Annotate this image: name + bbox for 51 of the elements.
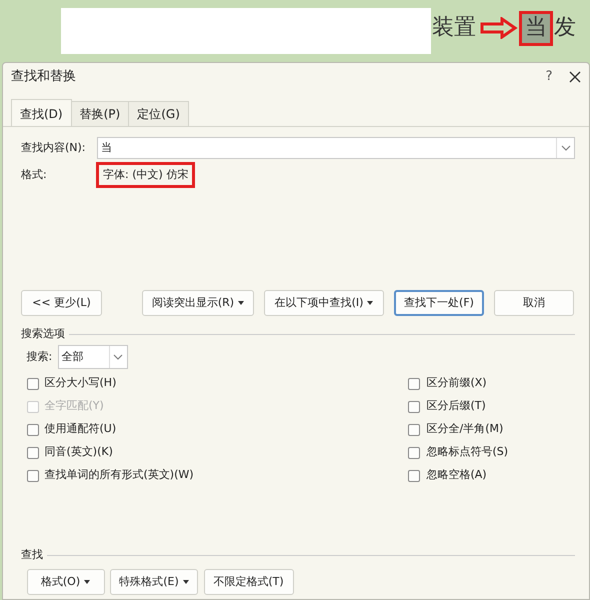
chevron-down-icon <box>560 145 570 151</box>
document-text: 装置 <box>432 14 476 42</box>
checkbox-label: 区分后缀(T) <box>426 398 486 414</box>
field-label: 查找内容(N): <box>21 140 87 156</box>
dialog-title: 查找和替换 <box>11 68 76 86</box>
tab[interactable]: 定位(G) <box>128 101 189 126</box>
section-title: 搜索选项 <box>21 326 65 342</box>
button[interactable]: 取消 <box>494 290 574 316</box>
checkbox[interactable] <box>408 424 420 436</box>
highlighted-text: 当 <box>522 14 550 43</box>
checkbox-label: 区分全/半角(M) <box>426 421 504 438</box>
checkbox-label: 全字匹配(Y) <box>44 398 104 414</box>
checkbox[interactable] <box>26 470 38 482</box>
close-icon[interactable] <box>569 71 581 83</box>
caret-icon <box>367 301 374 305</box>
checkbox-label: 使用通配符(U) <box>44 421 116 438</box>
checkbox[interactable] <box>408 446 420 458</box>
checkbox[interactable] <box>408 378 420 390</box>
button[interactable]: 查找下一处(F) <box>394 290 484 316</box>
button[interactable]: 特殊格式(E) <box>110 569 198 595</box>
checkbox[interactable] <box>26 424 38 436</box>
caret-icon <box>182 580 189 584</box>
arrow-right-icon <box>480 17 518 40</box>
checkbox[interactable] <box>408 470 420 482</box>
tab[interactable]: 查找(D) <box>11 99 72 126</box>
checkbox-label: 同音(英文)(K) <box>44 444 113 460</box>
tab[interactable]: 替换(P) <box>70 101 130 126</box>
checkbox[interactable] <box>26 378 38 390</box>
checkbox-label: 忽略标点符号(S) <box>426 444 508 460</box>
button[interactable]: 格式(O) <box>26 569 104 595</box>
button[interactable]: 不限定格式(T) <box>204 569 294 595</box>
checkbox[interactable] <box>26 446 38 458</box>
caret-icon <box>238 301 244 305</box>
document-text: 发 <box>554 14 576 42</box>
checkbox-label: 区分大小写(H) <box>44 375 116 392</box>
checkbox[interactable] <box>408 400 420 412</box>
format-value: 字体: (中文) 仿宋 <box>99 164 192 185</box>
button[interactable]: 在以下项中查找(I) <box>264 290 384 316</box>
help-button[interactable]: ? <box>546 67 552 87</box>
chevron-down-icon <box>113 354 124 360</box>
checkbox-label: 忽略空格(A) <box>426 467 487 484</box>
search-input-field[interactable]: 当 <box>97 137 575 159</box>
field-label: 搜索: <box>26 349 52 365</box>
field-label: 格式: <box>21 166 48 182</box>
checkbox-label: 区分前缀(X) <box>426 375 487 392</box>
button[interactable]: << 更少(L) <box>21 290 102 316</box>
caret-icon <box>84 580 90 584</box>
search-scope-dropdown[interactable]: 全部 <box>58 345 128 370</box>
button[interactable]: 阅读突出显示(R) <box>142 290 254 316</box>
checkbox-label: 查找单词的所有形式(英文)(W) <box>44 467 194 484</box>
section-title: 查找 <box>21 547 43 563</box>
